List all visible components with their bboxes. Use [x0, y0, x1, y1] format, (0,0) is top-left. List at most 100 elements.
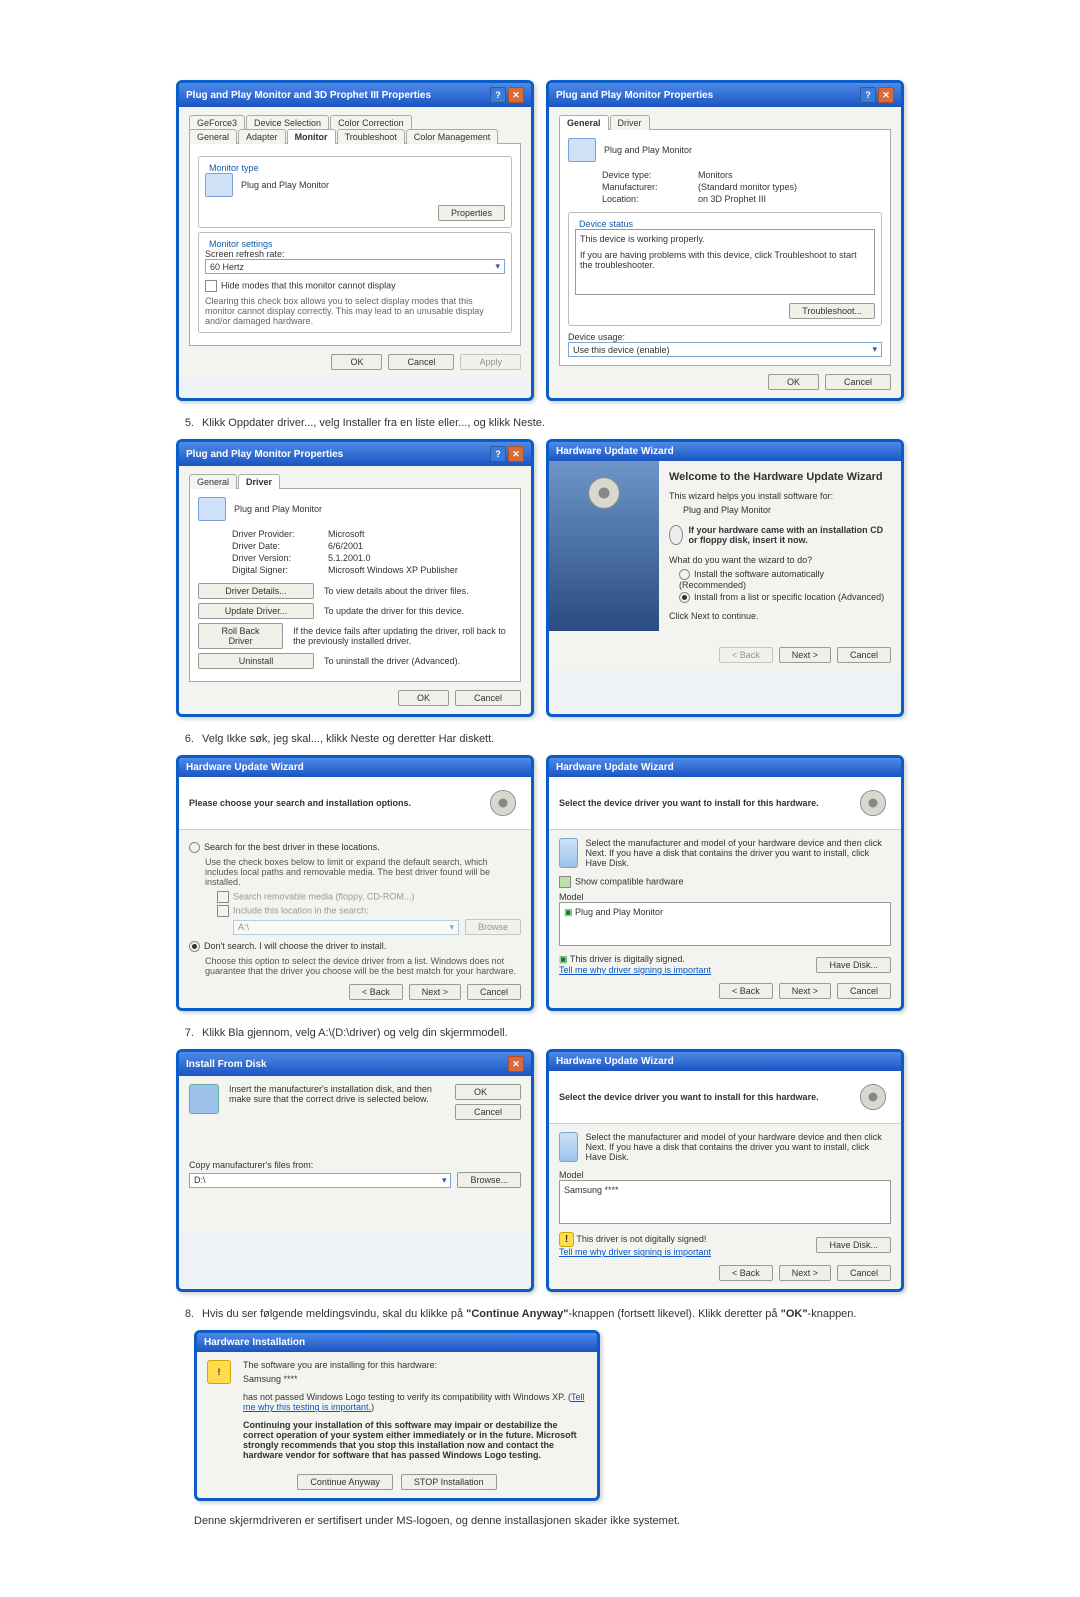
copy-from-select[interactable]: D:\▾	[189, 1173, 451, 1188]
cancel-button[interactable]: Cancel	[825, 374, 891, 390]
cancel-button[interactable]: Cancel	[467, 984, 521, 1000]
cancel-button[interactable]: Cancel	[837, 1265, 891, 1281]
chevron-down-icon: ▾	[872, 344, 877, 355]
gear-icon	[855, 1079, 891, 1115]
radio-search[interactable]	[189, 842, 200, 853]
ok-button[interactable]: OK	[331, 354, 382, 370]
hide-modes-checkbox[interactable]	[205, 280, 217, 292]
tab-device-selection[interactable]: Device Selection	[246, 115, 329, 130]
back-button[interactable]: < Back	[719, 983, 773, 999]
monitor-icon	[568, 138, 596, 162]
help-icon[interactable]: ?	[860, 87, 876, 103]
screenshot-row-4: Install From Disk✕ Insert the manufactur…	[160, 1049, 920, 1292]
device-usage-label: Device usage:	[568, 332, 882, 342]
wizard-side-graphic	[549, 461, 659, 631]
driver-details-button[interactable]: Driver Details...	[198, 583, 314, 599]
chk-compatible[interactable]	[559, 876, 571, 888]
radio-dont-search[interactable]	[189, 941, 200, 952]
step-text: Klikk Oppdater driver..., velg Installer…	[202, 417, 920, 429]
model-label: Model	[559, 892, 891, 902]
cancel-button[interactable]: Cancel	[455, 690, 521, 706]
cancel-button[interactable]: Cancel	[388, 354, 454, 370]
titlebar: Plug and Play Monitor Properties ?✕	[549, 83, 901, 107]
wizard-header-text: Select the device driver you want to ins…	[559, 798, 819, 808]
tab-driver[interactable]: Driver	[610, 115, 650, 130]
properties-button[interactable]: Properties	[438, 205, 505, 221]
continue-anyway-button[interactable]: Continue Anyway	[297, 1474, 393, 1490]
titlebar: Plug and Play Monitor and 3D Prophet III…	[179, 83, 531, 107]
next-button[interactable]: Next >	[779, 983, 831, 999]
model-listbox[interactable]: ▣ Plug and Play Monitor	[559, 902, 891, 946]
help-icon[interactable]: ?	[490, 446, 506, 462]
install-msg: Insert the manufacturer's installation d…	[229, 1084, 445, 1120]
device-status-label: Device status	[575, 219, 637, 229]
have-disk-button[interactable]: Have Disk...	[816, 957, 891, 973]
wizard-header-text: Please choose your search and installati…	[189, 798, 411, 808]
hardware-update-wizard-select-driver-samsung: Hardware Update Wizard Select the device…	[546, 1049, 904, 1292]
close-icon[interactable]: ✕	[878, 87, 894, 103]
browse-button: Browse	[465, 919, 521, 935]
next-button[interactable]: Next >	[779, 647, 831, 663]
uninstall-button[interactable]: Uninstall	[198, 653, 314, 669]
why-signing-link[interactable]: Tell me why driver signing is important	[559, 1247, 711, 1257]
gear-icon	[855, 785, 891, 821]
browse-button[interactable]: Browse...	[457, 1172, 521, 1188]
help-icon[interactable]: ?	[490, 87, 506, 103]
next-button[interactable]: Next >	[779, 1265, 831, 1281]
dialog-title: Hardware Update Wizard	[556, 446, 674, 457]
troubleshoot-button[interactable]: Troubleshoot...	[789, 303, 875, 319]
chk-location	[217, 905, 229, 917]
tab-general[interactable]: General	[189, 129, 237, 144]
wizard-question: What do you want the wizard to do?	[669, 555, 891, 565]
why-signing-link[interactable]: Tell me why driver signing is important	[559, 965, 711, 975]
display-properties-dialog: Plug and Play Monitor and 3D Prophet III…	[176, 80, 534, 401]
gear-icon	[485, 785, 521, 821]
close-icon[interactable]: ✕	[508, 87, 524, 103]
close-icon[interactable]: ✕	[508, 446, 524, 462]
chk-removable	[217, 891, 229, 903]
dialog-title: Plug and Play Monitor and 3D Prophet III…	[186, 90, 431, 101]
tab-monitor[interactable]: Monitor	[287, 129, 336, 144]
device-usage-select[interactable]: Use this device (enable)▾	[568, 342, 882, 357]
update-driver-button[interactable]: Update Driver...	[198, 603, 314, 619]
ok-button[interactable]: OK	[768, 374, 819, 390]
wizard-header-text: Select the device driver you want to ins…	[559, 1092, 819, 1102]
step-8: 8.Hvis du ser følgende meldingsvindu, sk…	[160, 1308, 920, 1320]
close-icon[interactable]: ✕	[508, 1056, 524, 1072]
ok-button[interactable]: OK	[455, 1084, 521, 1100]
radio-advanced[interactable]	[679, 592, 690, 603]
tab-general[interactable]: General	[189, 474, 237, 489]
warn-line2: has not passed Windows Logo testing to v…	[243, 1392, 587, 1412]
tab-driver[interactable]: Driver	[238, 474, 280, 489]
back-button[interactable]: < Back	[349, 984, 403, 1000]
stop-installation-button[interactable]: STOP Installation	[401, 1474, 497, 1490]
tab-color-correction[interactable]: Color Correction	[330, 115, 412, 130]
wizard-device: Plug and Play Monitor	[683, 505, 891, 515]
tab-troubleshoot[interactable]: Troubleshoot	[337, 129, 405, 144]
back-button[interactable]: < Back	[719, 1265, 773, 1281]
refresh-rate-select[interactable]: 60 Hertz▾	[205, 259, 505, 274]
screenshot-row-1: Plug and Play Monitor and 3D Prophet III…	[160, 80, 920, 401]
tab-geforce3[interactable]: GeForce3	[189, 115, 245, 130]
ok-button[interactable]: OK	[398, 690, 449, 706]
tab-color-mgmt[interactable]: Color Management	[406, 129, 499, 144]
dialog-title: Hardware Installation	[204, 1337, 305, 1348]
cancel-button[interactable]: Cancel	[837, 983, 891, 999]
cancel-button[interactable]: Cancel	[837, 647, 891, 663]
next-button[interactable]: Next >	[409, 984, 461, 1000]
radio-auto[interactable]	[679, 569, 690, 580]
monitor-name: Plug and Play Monitor	[234, 504, 322, 514]
disk-icon	[189, 1084, 219, 1114]
tab-adapter[interactable]: Adapter	[238, 129, 286, 144]
roll-back-button[interactable]: Roll Back Driver	[198, 623, 283, 649]
have-disk-button[interactable]: Have Disk...	[816, 1237, 891, 1253]
model-listbox[interactable]: Samsung ****	[559, 1180, 891, 1224]
screenshot-row-5: Hardware Installation ! The software you…	[194, 1330, 920, 1501]
tab-general[interactable]: General	[559, 115, 609, 130]
chevron-down-icon: ▾	[442, 1175, 447, 1186]
kv-key: Device type:	[602, 170, 692, 180]
monitor-type-label: Monitor type	[205, 163, 263, 173]
cancel-button[interactable]: Cancel	[455, 1104, 521, 1120]
kv-val: on 3D Prophet III	[698, 194, 766, 204]
monitor-name: Plug and Play Monitor	[241, 180, 329, 190]
